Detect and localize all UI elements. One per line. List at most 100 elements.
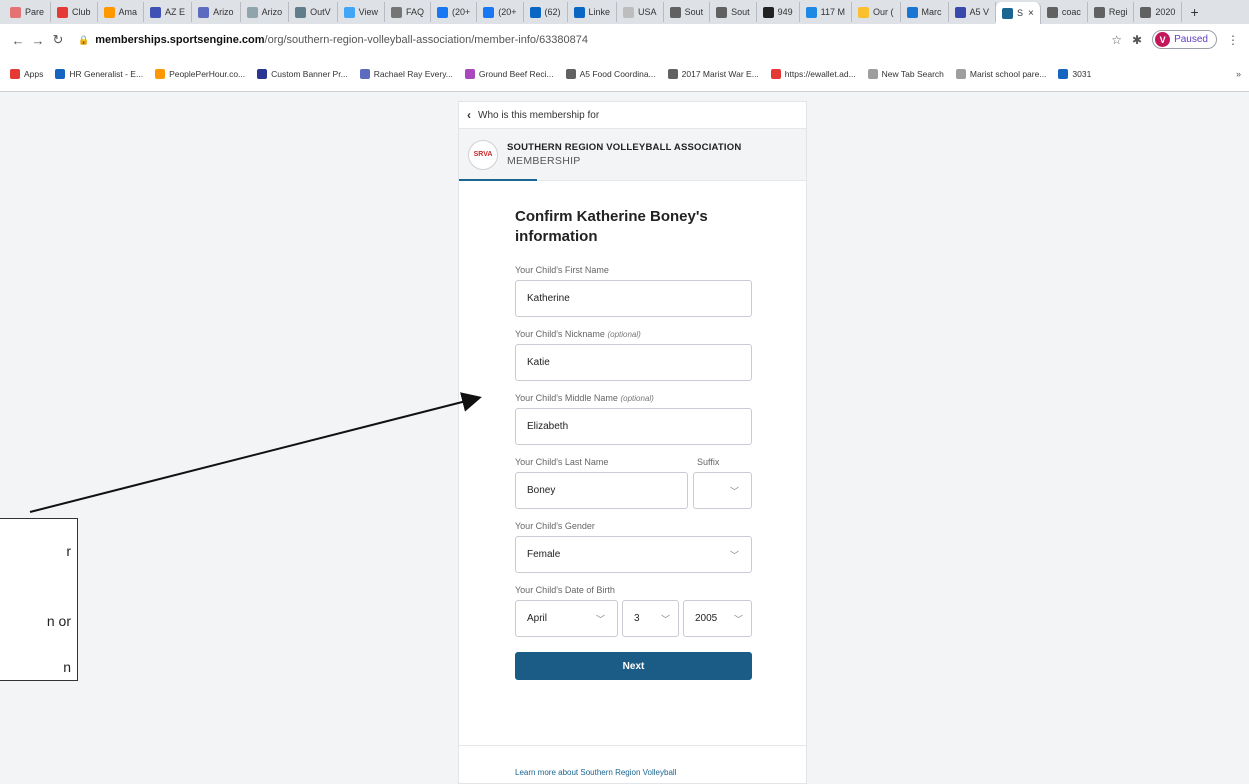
- dob-year-select[interactable]: 2005 ﹀: [683, 600, 752, 637]
- tab-label: Ama: [118, 7, 138, 17]
- profile-button[interactable]: V Paused: [1152, 30, 1217, 49]
- dob-month-value: April: [527, 613, 548, 624]
- address-bar: ← → ↻ 🔒 memberships.sportsengine.com/org…: [0, 24, 1249, 56]
- browser-tab[interactable]: (20+: [477, 2, 524, 22]
- browser-tab[interactable]: A5 V: [949, 2, 997, 22]
- tab-label: coac: [1061, 7, 1081, 17]
- browser-tab[interactable]: Arizo: [241, 2, 290, 22]
- browser-tab[interactable]: 117 M: [800, 2, 852, 22]
- dob-day-select[interactable]: 3 ﹀: [622, 600, 679, 637]
- reload-icon[interactable]: ↻: [48, 32, 68, 48]
- browser-tab[interactable]: coac: [1041, 2, 1088, 22]
- dob-day-value: 3: [634, 613, 640, 624]
- favicon-icon: [436, 6, 448, 18]
- bookmark-icon: [667, 68, 678, 79]
- browser-tab[interactable]: AZ E: [144, 2, 193, 22]
- browser-tab[interactable]: Marc: [901, 2, 949, 22]
- chevron-down-icon: ﹀: [733, 614, 743, 624]
- bookmark-item[interactable]: https://ewallet.ad...: [770, 68, 856, 79]
- bookmark-item[interactable]: Marist school pare...: [955, 68, 1046, 79]
- favicon-icon: [529, 6, 541, 18]
- browser-tab[interactable]: Sout: [664, 2, 711, 22]
- tab-label: Regi: [1108, 7, 1128, 17]
- browser-tab[interactable]: Arizo: [192, 2, 241, 22]
- org-subtitle: MEMBERSHIP: [507, 155, 581, 167]
- browser-tab[interactable]: OutV: [289, 2, 338, 22]
- dob-month-select[interactable]: April ﹀: [515, 600, 618, 637]
- lock-icon: 🔒: [78, 34, 90, 45]
- back-arrow-icon[interactable]: ←: [8, 33, 28, 48]
- org-logo: SRVA: [468, 139, 498, 170]
- last-name-field[interactable]: Boney: [515, 472, 688, 509]
- member-info-form: Confirm Katherine Boney's information Yo…: [459, 181, 806, 680]
- close-tab-icon[interactable]: ×: [1028, 8, 1034, 19]
- forward-arrow-icon[interactable]: →: [28, 33, 48, 48]
- new-tab-button[interactable]: +: [1182, 4, 1206, 20]
- tab-label: Pare: [25, 7, 45, 17]
- tab-label: Arizo: [213, 7, 234, 17]
- browser-tab[interactable]: USA: [617, 2, 664, 22]
- dob-label: Your Child's Date of Birth: [515, 585, 615, 595]
- browser-tab[interactable]: Linke: [568, 2, 618, 22]
- extensions-icon[interactable]: ✱: [1132, 33, 1142, 47]
- url-field[interactable]: 🔒 memberships.sportsengine.com/org/south…: [78, 34, 588, 46]
- profile-status: Paused: [1174, 34, 1208, 45]
- favicon-icon: [150, 6, 162, 18]
- back-link[interactable]: ‹ Who is this membership for: [459, 102, 806, 129]
- tab-label: FAQ: [405, 7, 424, 17]
- bookmarks-bar: Apps HR Generalist - E... PeoplePerHour.co…: [0, 56, 1249, 92]
- bookmark-item[interactable]: 3031: [1058, 68, 1091, 79]
- avatar: V: [1155, 32, 1171, 47]
- bookmark-item[interactable]: 2017 Marist War E...: [667, 68, 759, 79]
- bookmark-item[interactable]: New Tab Search: [867, 68, 944, 79]
- favicon-icon: [716, 6, 728, 18]
- star-icon[interactable]: ☆: [1111, 33, 1122, 47]
- bookmark-icon: [55, 68, 66, 79]
- org-header: SRVA SOUTHERN REGION VOLLEYBALL ASSOCIAT…: [459, 129, 806, 181]
- browser-tab[interactable]: FAQ: [385, 2, 431, 22]
- annotation-line: n: [63, 659, 71, 675]
- bookmark-item[interactable]: Ground Beef Reci...: [464, 68, 554, 79]
- bookmark-label: 2017 Marist War E...: [681, 68, 759, 79]
- menu-kebab-icon[interactable]: ⋮: [1227, 33, 1239, 47]
- bookmark-item[interactable]: Rachael Ray Every...: [359, 68, 453, 79]
- browser-tab[interactable]: Pare: [4, 2, 52, 22]
- membership-panel: ‹ Who is this membership for SRVA SOUTHE…: [458, 101, 807, 784]
- chevron-down-icon: ﹀: [729, 486, 739, 496]
- browser-tab[interactable]: S ×: [996, 2, 1041, 24]
- browser-tab[interactable]: Sout: [710, 2, 757, 22]
- middle-name-label-text: Your Child's Middle Name: [515, 393, 618, 403]
- next-button[interactable]: Next: [515, 652, 752, 680]
- gender-select[interactable]: Female ﹀: [515, 536, 752, 573]
- browser-tab[interactable]: Ama: [98, 2, 145, 22]
- browser-tab[interactable]: Our (: [852, 2, 901, 22]
- favicon-icon: [483, 6, 495, 18]
- bookmarks-overflow-button[interactable]: »: [1236, 69, 1241, 79]
- bookmark-item[interactable]: PeoplePerHour.co...: [155, 68, 245, 79]
- browser-tab[interactable]: 2020: [1134, 2, 1183, 22]
- bookmark-item[interactable]: HR Generalist - E...: [55, 68, 143, 79]
- bookmark-item[interactable]: Apps: [10, 68, 43, 79]
- browser-tab[interactable]: 949: [757, 2, 800, 22]
- suffix-select[interactable]: ﹀: [693, 472, 752, 509]
- first-name-label: Your Child's First Name: [515, 265, 609, 275]
- annotation-line: r: [66, 543, 71, 559]
- bookmark-label: Rachael Ray Every...: [373, 68, 453, 79]
- last-name-label: Your Child's Last Name: [515, 457, 609, 467]
- tab-label: 117 M: [820, 7, 845, 17]
- browser-tab[interactable]: (62): [524, 2, 568, 22]
- browser-tab[interactable]: View: [338, 2, 385, 22]
- favicon-icon: [246, 6, 258, 18]
- browser-tab[interactable]: Club: [51, 2, 98, 22]
- favicon-icon: [1002, 7, 1014, 19]
- middle-name-field[interactable]: Elizabeth: [515, 408, 752, 445]
- bookmark-label: https://ewallet.ad...: [784, 68, 856, 79]
- nickname-field[interactable]: Katie: [515, 344, 752, 381]
- first-name-field[interactable]: Katherine: [515, 280, 752, 317]
- bookmark-item[interactable]: A5 Food Coordina...: [565, 68, 656, 79]
- bookmark-item[interactable]: Custom Banner Pr...: [257, 68, 348, 79]
- learn-more-link[interactable]: Learn more about Southern Region Volleyb…: [515, 768, 676, 777]
- browser-tab[interactable]: Regi: [1088, 2, 1135, 22]
- tab-label: Our (: [872, 7, 894, 17]
- browser-tab[interactable]: (20+: [431, 2, 478, 22]
